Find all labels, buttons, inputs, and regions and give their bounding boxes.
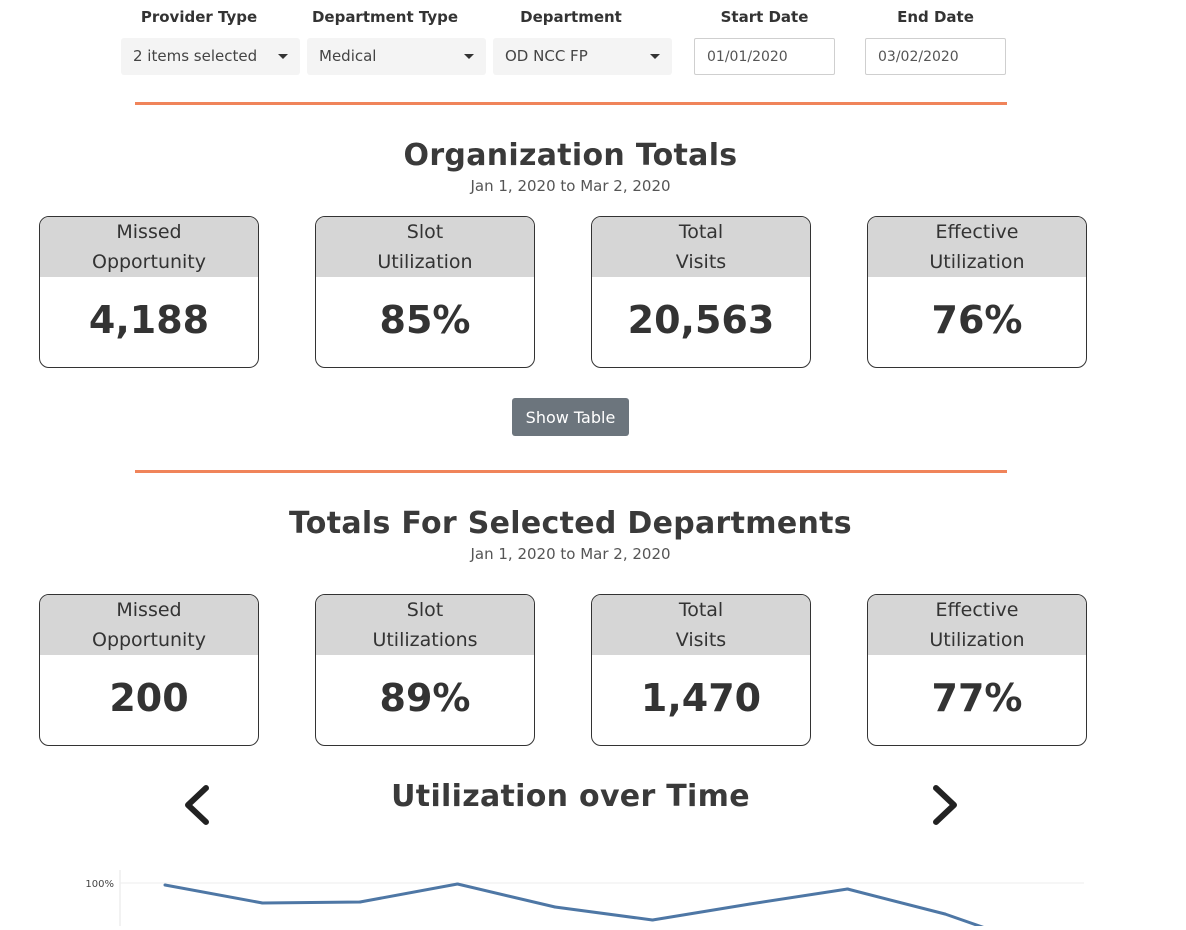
card-value: 76% [931, 298, 1023, 342]
card-value: 4,188 [88, 298, 210, 342]
department-value: OD NCC FP [505, 47, 588, 65]
dept-totals-title: Totals For Selected Departments [289, 506, 852, 541]
provider-type-select[interactable]: 2 items selected [121, 38, 300, 75]
department-type-label: Department Type [311, 8, 459, 26]
data-point [163, 883, 167, 887]
card-title-line2: Visits [675, 629, 727, 651]
section-divider [135, 102, 1007, 105]
card-value: 85% [379, 298, 471, 342]
card-header: Effective Utilization [868, 217, 1086, 277]
card-header: Missed Opportunity [40, 595, 258, 655]
department-select[interactable]: OD NCC FP [493, 38, 672, 75]
card-header: Effective Utilization [868, 595, 1086, 655]
org-effective-utilization-card: Effective Utilization 76% [867, 216, 1087, 368]
card-title-line1: Effective [935, 221, 1019, 243]
dept-totals-date-range: Jan 1, 2020 to Mar 2, 2020 [470, 545, 671, 563]
provider-type-value: 2 items selected [133, 47, 258, 65]
org-total-visits-card: Total Visits 20,563 [591, 216, 811, 368]
card-title-line1: Missed [116, 599, 182, 621]
org-missed-opportunity-card: Missed Opportunity 4,188 [39, 216, 259, 368]
card-title-line2: Opportunity [91, 629, 207, 651]
dept-total-visits-card: Total Visits 1,470 [591, 594, 811, 746]
data-point [553, 905, 557, 909]
org-totals-title: Organization Totals [403, 138, 738, 173]
data-point [651, 918, 654, 922]
start-date-input[interactable] [694, 38, 835, 75]
y-tick-label: 100% [85, 879, 114, 890]
card-title-line2: Utilization [929, 251, 1025, 273]
card-value: 89% [379, 676, 471, 720]
department-type-select[interactable]: Medical [307, 38, 486, 75]
card-title-line2: Utilization [377, 251, 473, 273]
card-header: Total Visits [592, 595, 810, 655]
card-title-line1: Missed [116, 221, 182, 243]
data-point [748, 902, 752, 906]
card-value: 1,470 [640, 676, 762, 720]
provider-type-label: Provider Type [140, 8, 258, 26]
card-title-line2: Utilization [929, 629, 1025, 651]
card-header: Slot Utilization [316, 217, 534, 277]
card-title-line2: Visits [675, 251, 727, 273]
card-header: Missed Opportunity [40, 217, 258, 277]
data-point [261, 901, 264, 905]
card-value: 77% [931, 676, 1023, 720]
dept-slot-utilizations-card: Slot Utilizations 89% [315, 594, 535, 746]
caret-down-icon [278, 54, 288, 59]
show-table-button[interactable]: Show Table [512, 398, 629, 436]
series-line-0 [164, 882, 996, 930]
card-value: 20,563 [627, 298, 775, 342]
data-point [456, 882, 459, 886]
utilization-chart: 100% [60, 860, 1100, 930]
card-title-line1: Total [678, 599, 724, 621]
card-title-line1: Slot [406, 599, 444, 621]
card-value: 200 [109, 676, 189, 720]
data-point [358, 900, 362, 904]
dept-missed-opportunity-card: Missed Opportunity 200 [39, 594, 259, 746]
card-header: Slot Utilizations [316, 595, 534, 655]
card-header: Total Visits [592, 217, 810, 277]
org-slot-utilization-card: Slot Utilization 85% [315, 216, 535, 368]
utilization-chart-svg: 100% [85, 870, 1084, 930]
chevron-right-icon[interactable] [924, 782, 964, 828]
department-label: Department [520, 8, 622, 26]
caret-down-icon [464, 54, 474, 59]
start-date-label: Start Date [720, 8, 809, 26]
data-point [943, 912, 947, 916]
end-date-label: End Date [897, 8, 974, 26]
data-point [846, 887, 849, 891]
caret-down-icon [650, 54, 660, 59]
card-title-line2: Utilizations [372, 629, 478, 651]
utilization-title: Utilization over Time [391, 779, 750, 814]
card-title-line2: Opportunity [91, 251, 207, 273]
section-divider [135, 470, 1007, 473]
card-title-line1: Total [678, 221, 724, 243]
dept-effective-utilization-card: Effective Utilization 77% [867, 594, 1087, 746]
card-title-line1: Slot [406, 221, 444, 243]
end-date-input[interactable] [865, 38, 1006, 75]
card-title-line1: Effective [935, 599, 1019, 621]
org-totals-date-range: Jan 1, 2020 to Mar 2, 2020 [470, 177, 671, 195]
department-type-value: Medical [319, 47, 377, 65]
